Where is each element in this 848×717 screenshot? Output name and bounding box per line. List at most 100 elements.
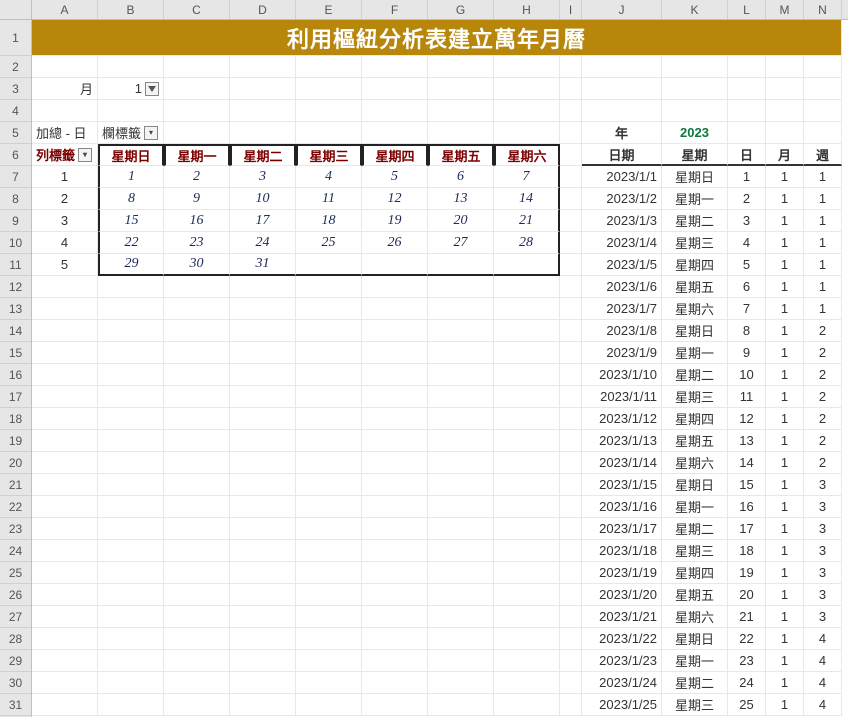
cell-r14-I[interactable]	[560, 320, 582, 342]
data-date-7[interactable]: 2023/1/8	[582, 320, 662, 342]
cell-r14-E[interactable]	[296, 320, 362, 342]
cell-r15-G[interactable]	[428, 342, 494, 364]
col-header-G[interactable]: G	[428, 0, 494, 19]
cell-r13-H[interactable]	[494, 298, 560, 320]
cell-r10-I[interactable]	[560, 232, 582, 254]
cell-r24-A[interactable]	[32, 540, 98, 562]
cell-r17-B[interactable]	[98, 386, 164, 408]
cell-r20-D[interactable]	[230, 452, 296, 474]
cell-r5-C[interactable]	[164, 122, 230, 144]
col-header-F[interactable]: F	[362, 0, 428, 19]
cell-r12-G[interactable]	[428, 276, 494, 298]
cell-r26-F[interactable]	[362, 584, 428, 606]
pivot-cell-0-2[interactable]: 3	[230, 166, 296, 188]
cell-r13-F[interactable]	[362, 298, 428, 320]
cell-r2-D[interactable]	[230, 56, 296, 78]
data-day-1[interactable]: 2	[728, 188, 766, 210]
data-date-17[interactable]: 2023/1/18	[582, 540, 662, 562]
cell-r7-I[interactable]	[560, 166, 582, 188]
cell-r19-B[interactable]	[98, 430, 164, 452]
data-date-11[interactable]: 2023/1/12	[582, 408, 662, 430]
data-date-9[interactable]: 2023/1/10	[582, 364, 662, 386]
cell-r25-B[interactable]	[98, 562, 164, 584]
data-day-18[interactable]: 19	[728, 562, 766, 584]
pivot-cell-3-3[interactable]: 25	[296, 232, 362, 254]
cell-r2-F[interactable]	[362, 56, 428, 78]
cell-r20-A[interactable]	[32, 452, 98, 474]
cell-r5-E[interactable]	[296, 122, 362, 144]
data-week-17[interactable]: 3	[804, 540, 842, 562]
cell-r2-L[interactable]	[728, 56, 766, 78]
cell-r13-E[interactable]	[296, 298, 362, 320]
data-month-4[interactable]: 1	[766, 254, 804, 276]
cell-r2-M[interactable]	[766, 56, 804, 78]
data-date-4[interactable]: 2023/1/5	[582, 254, 662, 276]
cell-r26-I[interactable]	[560, 584, 582, 606]
pivot-cell-4-1[interactable]: 30	[164, 254, 230, 276]
data-week-10[interactable]: 2	[804, 386, 842, 408]
data-weekday-12[interactable]: 星期五	[662, 430, 728, 452]
pivot-cell-1-1[interactable]: 9	[164, 188, 230, 210]
pivot-cell-2-4[interactable]: 19	[362, 210, 428, 232]
data-month-10[interactable]: 1	[766, 386, 804, 408]
cell-r4-I[interactable]	[560, 100, 582, 122]
data-date-16[interactable]: 2023/1/17	[582, 518, 662, 540]
cell-r30-I[interactable]	[560, 672, 582, 694]
data-weekday-16[interactable]: 星期二	[662, 518, 728, 540]
data-weekday-14[interactable]: 星期日	[662, 474, 728, 496]
data-month-8[interactable]: 1	[766, 342, 804, 364]
data-month-6[interactable]: 1	[766, 298, 804, 320]
cell-r4-G[interactable]	[428, 100, 494, 122]
data-week-11[interactable]: 2	[804, 408, 842, 430]
month-value-cell[interactable]: 1	[98, 78, 164, 100]
cell-r26-G[interactable]	[428, 584, 494, 606]
row-header-3[interactable]: 3	[0, 78, 31, 100]
data-week-9[interactable]: 2	[804, 364, 842, 386]
data-weekday-10[interactable]: 星期三	[662, 386, 728, 408]
row-header-23[interactable]: 23	[0, 518, 31, 540]
data-date-8[interactable]: 2023/1/9	[582, 342, 662, 364]
cell-r15-B[interactable]	[98, 342, 164, 364]
cell-r23-B[interactable]	[98, 518, 164, 540]
cell-r5-N[interactable]	[804, 122, 842, 144]
cell-r30-C[interactable]	[164, 672, 230, 694]
pivot-col-filter-icon[interactable]: ▾	[144, 126, 158, 140]
data-weekday-3[interactable]: 星期三	[662, 232, 728, 254]
data-month-5[interactable]: 1	[766, 276, 804, 298]
cell-r4-M[interactable]	[766, 100, 804, 122]
cell-r21-D[interactable]	[230, 474, 296, 496]
cell-r4-N[interactable]	[804, 100, 842, 122]
cell-r20-E[interactable]	[296, 452, 362, 474]
row-header-27[interactable]: 27	[0, 606, 31, 628]
pivot-cell-0-3[interactable]: 4	[296, 166, 362, 188]
cell-r26-E[interactable]	[296, 584, 362, 606]
cell-r19-A[interactable]	[32, 430, 98, 452]
pivot-cell-1-6[interactable]: 14	[494, 188, 560, 210]
col-header-D[interactable]: D	[230, 0, 296, 19]
cell-r5-M[interactable]	[766, 122, 804, 144]
cell-r17-G[interactable]	[428, 386, 494, 408]
data-week-8[interactable]: 2	[804, 342, 842, 364]
data-day-9[interactable]: 10	[728, 364, 766, 386]
data-date-1[interactable]: 2023/1/2	[582, 188, 662, 210]
pivot-cell-3-6[interactable]: 28	[494, 232, 560, 254]
cell-r29-F[interactable]	[362, 650, 428, 672]
col-header-H[interactable]: H	[494, 0, 560, 19]
cell-r26-B[interactable]	[98, 584, 164, 606]
row-header-4[interactable]: 4	[0, 100, 31, 122]
cell-r18-H[interactable]	[494, 408, 560, 430]
cell-r24-C[interactable]	[164, 540, 230, 562]
data-weekday-13[interactable]: 星期六	[662, 452, 728, 474]
pivot-cell-1-3[interactable]: 11	[296, 188, 362, 210]
pivot-cell-0-6[interactable]: 7	[494, 166, 560, 188]
cell-r2-H[interactable]	[494, 56, 560, 78]
data-week-18[interactable]: 3	[804, 562, 842, 584]
pivot-row-filter-icon[interactable]: ▾	[78, 148, 92, 162]
data-day-20[interactable]: 21	[728, 606, 766, 628]
row-header-25[interactable]: 25	[0, 562, 31, 584]
row-header-8[interactable]: 8	[0, 188, 31, 210]
cell-r19-C[interactable]	[164, 430, 230, 452]
cell-r27-C[interactable]	[164, 606, 230, 628]
row-header-14[interactable]: 14	[0, 320, 31, 342]
pivot-col-header-cell[interactable]: 欄標籤▾	[98, 122, 164, 144]
